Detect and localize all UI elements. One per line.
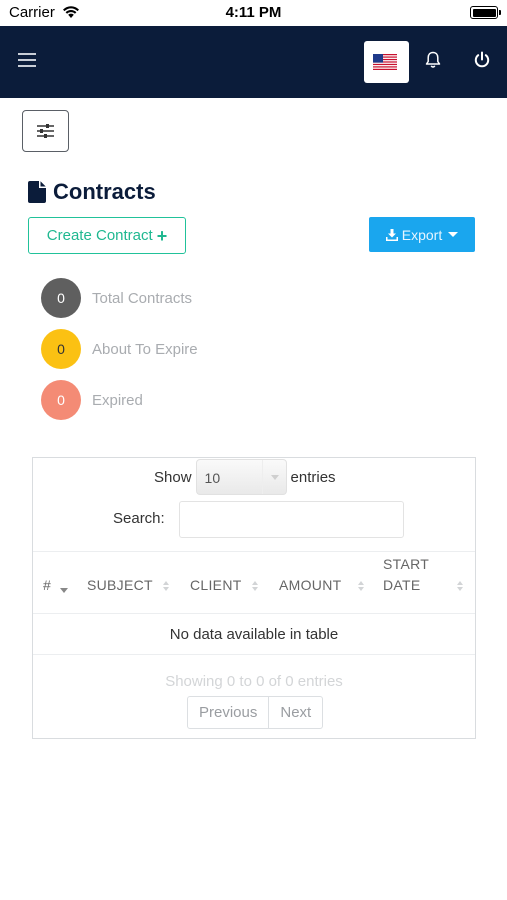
table-info: Showing 0 to 0 of 0 entries (165, 673, 343, 690)
status-bar: Carrier 4:11 PM (0, 0, 507, 26)
clock: 4:11 PM (225, 4, 282, 21)
stat-about-to-expire: 0 About To Expire (41, 329, 198, 369)
download-icon (385, 228, 398, 241)
caret-down-icon (448, 232, 459, 237)
stat-count-badge: 0 (41, 380, 81, 420)
hamburger-icon[interactable] (18, 53, 36, 69)
us-flag-icon (373, 54, 397, 70)
column-header-subject[interactable]: SUBJECT (81, 552, 183, 615)
entries-select-value: 10 (204, 470, 221, 486)
empty-table-message: No data available in table (33, 615, 475, 655)
column-header-start-date[interactable]: START DATE (375, 552, 475, 615)
battery-tip (499, 10, 501, 15)
filter-button[interactable] (22, 110, 69, 152)
entries-length-control: Show 10 entries (154, 458, 336, 496)
column-header-client[interactable]: CLIENT (183, 552, 271, 615)
sort-icon (163, 581, 170, 593)
top-navbar (0, 26, 507, 98)
battery-icon (470, 6, 498, 19)
sort-icon (457, 581, 464, 593)
entries-label: entries (290, 468, 336, 486)
export-button[interactable]: Export (369, 217, 475, 252)
column-header-amount[interactable]: AMOUNT (271, 552, 375, 615)
create-contract-label: Create Contract (46, 227, 153, 244)
column-header-number[interactable]: # (33, 552, 81, 615)
sliders-icon (37, 124, 54, 138)
stat-total-contracts: 0 Total Contracts (41, 278, 192, 318)
page-header: Contracts (28, 178, 156, 206)
chevron-down-icon (261, 460, 286, 494)
contracts-table-panel: Show 10 entries Search: # SUBJECT CLIENT… (32, 457, 476, 739)
sort-icon (358, 581, 365, 593)
stat-label: About To Expire (92, 340, 198, 358)
export-label: Export (401, 226, 443, 243)
stat-label: Total Contracts (92, 289, 193, 307)
sort-icon (252, 581, 259, 593)
pagination: Previous Next (187, 696, 324, 729)
page-title: Contracts (53, 179, 156, 204)
next-page-button[interactable]: Next (268, 697, 322, 728)
power-icon[interactable] (473, 51, 491, 69)
search-input[interactable] (179, 501, 404, 538)
create-contract-button[interactable]: Create Contract + (28, 217, 186, 254)
language-button[interactable] (364, 41, 409, 83)
stat-expired: 0 Expired (41, 380, 143, 420)
sort-desc-icon (60, 588, 68, 593)
search-label: Search: (113, 510, 165, 527)
stat-count-badge: 0 (41, 329, 81, 369)
plus-icon: + (156, 225, 168, 246)
stat-count-badge: 0 (41, 278, 81, 318)
entries-select[interactable]: 10 (195, 459, 287, 495)
stat-label: Expired (92, 391, 143, 409)
table-header: # SUBJECT CLIENT AMOUNT START DATE (33, 551, 475, 614)
bell-icon[interactable] (425, 51, 441, 69)
show-label: Show (154, 468, 192, 486)
file-icon (28, 181, 46, 203)
previous-page-button[interactable]: Previous (188, 697, 268, 728)
